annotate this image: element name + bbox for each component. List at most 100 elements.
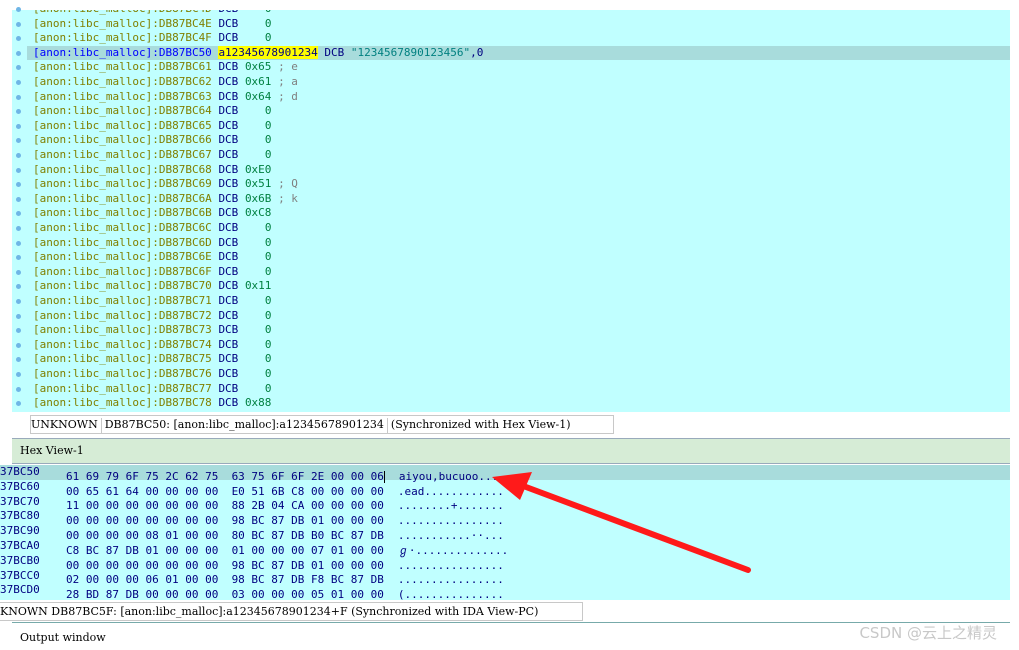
hex-address: 37BCA0 — [0, 539, 40, 552]
byte-value: 0 — [264, 104, 272, 118]
line-marker-dot[interactable] — [16, 80, 21, 85]
segment-address: [anon:libc_malloc]:DB87BC69 — [33, 177, 212, 191]
breakpoint-gutter[interactable] — [12, 7, 27, 412]
disasm-line[interactable]: [anon:libc_malloc]:DB87BC73 DCB 0 — [33, 323, 271, 338]
byte-value: 0 — [264, 148, 272, 161]
line-marker-dot[interactable] — [16, 138, 21, 144]
disasm-line[interactable]: [anon:libc_malloc]:DB87BC4F DCB 0 — [33, 31, 271, 46]
segment-address: [anon:libc_malloc]:DB87BC4D — [33, 10, 212, 15]
disasm-line[interactable]: [anon:libc_malloc]:DB87BC61 DCB 0x65 ; e — [33, 60, 298, 75]
line-marker-dot[interactable] — [16, 21, 21, 27]
disasm-line[interactable]: [anon:libc_malloc]:DB87BC6C DCB 0 — [33, 221, 271, 236]
segment-address: [anon:libc_malloc]:DB87BC6A — [33, 191, 212, 205]
hex-row[interactable]: 37BC70 11 00 00 00 00 00 00 00 88 2B 04 C… — [0, 495, 504, 513]
hex-row[interactable]: 37BCD0 28 BD 87 DB 00 00 00 00 03 00 00 0… — [0, 583, 504, 600]
hex-address: 37BCD0 — [0, 583, 40, 597]
disasm-line[interactable]: [anon:libc_malloc]:DB87BC6E DCB 0 — [33, 250, 271, 265]
byte-value: 0 — [264, 16, 272, 30]
disasm-line[interactable]: [anon:libc_malloc]:DB87BC76 DCB 0 — [33, 367, 271, 382]
line-marker-dot[interactable] — [16, 313, 21, 319]
line-marker-dot[interactable] — [16, 269, 21, 275]
directive-keyword: DCB — [218, 381, 239, 395]
line-marker-dot[interactable] — [16, 372, 21, 377]
disasm-line[interactable]: [anon:libc_malloc]:DB87BC6D DCB 0 — [33, 236, 271, 251]
disasm-line[interactable]: [anon:libc_malloc]:DB87BC69 DCB 0x51 ; Q — [33, 177, 298, 192]
disasm-line-selected[interactable]: [anon:libc_malloc]:DB87BC50 a12345678901… — [27, 45, 1010, 61]
segment-address: [anon:libc_malloc]:DB87BC62 — [33, 75, 212, 88]
line-marker-dot[interactable] — [16, 226, 21, 231]
disasm-line[interactable]: [anon:libc_malloc]:DB87BC70 DCB 0x11 — [33, 279, 271, 294]
disasm-line[interactable]: [anon:libc_malloc]:DB87BC64 DCB 0 — [33, 104, 271, 119]
ida-status-line: UNKNOWN DB87BC50: [anon:libc_malloc]:a123… — [30, 415, 614, 434]
hex-view-tab-header[interactable]: Hex View-1 — [12, 438, 1010, 464]
segment-address: [anon:libc_malloc]:DB87BC61 — [33, 60, 212, 74]
line-marker-dot[interactable] — [16, 240, 21, 246]
hex-row[interactable]: 37BCA0 C8 BC 87 DB 01 00 00 00 01 00 00 0… — [0, 539, 508, 557]
line-marker-dot[interactable] — [16, 50, 21, 56]
line-marker-dot[interactable] — [16, 342, 21, 348]
directive-keyword: DCB — [218, 279, 239, 293]
disasm-line[interactable]: [anon:libc_malloc]:DB87BC4D DCB 0 — [33, 10, 271, 17]
segment-address: [anon:libc_malloc]:DB87BC73 — [33, 323, 212, 337]
line-marker-dot[interactable] — [16, 299, 21, 304]
line-marker-dot[interactable] — [16, 255, 21, 261]
byte-value: 0x11 — [244, 279, 272, 293]
disasm-line[interactable]: [anon:libc_malloc]:DB87BC74 DCB 0 — [33, 338, 271, 353]
hex-address: 37BC60 — [0, 479, 40, 493]
disasm-line[interactable]: [anon:libc_malloc]:DB87BC72 DCB 0 — [33, 309, 271, 324]
disasm-line[interactable]: [anon:libc_malloc]:DB87BC77 DCB 0 — [33, 382, 271, 397]
disasm-line[interactable]: [anon:libc_malloc]:DB87BC63 DCB 0x64 ; d — [33, 90, 298, 105]
directive-keyword: DCB — [218, 118, 239, 132]
hex-address: 37BC80 — [0, 509, 40, 523]
disasm-line[interactable]: [anon:libc_malloc]:DB87BC6B DCB 0xC8 — [33, 206, 271, 221]
byte-value: 0x64 — [244, 89, 272, 103]
disasm-line[interactable]: [anon:libc_malloc]:DB87BC78 DCB 0x88 — [33, 396, 271, 411]
line-marker-dot[interactable] — [16, 36, 21, 42]
line-marker-dot[interactable] — [16, 153, 21, 158]
line-marker-dot[interactable] — [16, 65, 21, 71]
disasm-line[interactable]: [anon:libc_malloc]:DB87BC66 DCB 0 — [33, 133, 271, 148]
segment-address: [anon:libc_malloc]:DB87BC70 — [33, 279, 212, 293]
line-marker-dot[interactable] — [16, 109, 21, 115]
directive-keyword: DCB — [218, 16, 239, 30]
disasm-line[interactable]: [anon:libc_malloc]:DB87BC68 DCB 0xE0 — [33, 163, 271, 178]
directive-keyword: DCB — [218, 221, 239, 234]
disasm-line[interactable]: [anon:libc_malloc]:DB87BC4E DCB 0 — [33, 17, 271, 32]
directive-keyword: DCB — [218, 133, 239, 147]
disasm-line[interactable]: [anon:libc_malloc]:DB87BC75 DCB 0 — [33, 352, 271, 367]
hex-row[interactable]: 37BC60 00 65 61 64 00 00 00 00 E0 51 6B C… — [0, 479, 504, 498]
line-marker-dot[interactable] — [16, 386, 21, 392]
line-marker-dot[interactable] — [16, 182, 21, 188]
hex-row-selected[interactable]: 37BC50 61 69 79 6F 75 2C 62 75 63 75 6F 6… — [0, 465, 1010, 483]
ida-disassembly-view[interactable]: [anon:libc_malloc]:DB87BC4D DCB 0[anon:l… — [12, 10, 1010, 412]
disasm-line[interactable]: [anon:libc_malloc]:DB87BC65 DCB 0 — [33, 119, 271, 134]
hex-address: 37BCC0 — [0, 568, 40, 582]
segment-address: [anon:libc_malloc]:DB87BC74 — [33, 337, 212, 351]
line-marker-dot[interactable] — [16, 328, 21, 334]
line-marker-dot[interactable] — [16, 123, 21, 129]
disasm-line[interactable]: [anon:libc_malloc]:DB87BC67 DCB 0 — [33, 148, 271, 163]
segment-address: [anon:libc_malloc]:DB87BC65 — [33, 118, 212, 132]
disasm-line[interactable]: [anon:libc_malloc]:DB87BC6F DCB 0 — [33, 265, 271, 280]
directive-keyword: DCB — [218, 367, 239, 380]
hex-row[interactable]: 37BCB0 00 00 00 00 00 00 00 00 98 BC 87 D… — [0, 553, 504, 572]
line-marker-dot[interactable] — [16, 357, 21, 363]
hex-row[interactable]: 37BCC0 02 00 00 00 06 01 00 00 98 BC 87 D… — [0, 568, 504, 587]
line-marker-dot[interactable] — [16, 401, 21, 407]
line-marker-dot[interactable] — [16, 167, 21, 173]
line-marker-dot[interactable] — [16, 7, 21, 12]
line-marker-dot[interactable] — [16, 284, 21, 290]
hex-view-panel[interactable]: 37BC50 61 69 79 6F 75 2C 62 75 63 75 6F 6… — [0, 465, 1010, 600]
hex-row[interactable]: 37BC80 00 00 00 00 00 00 00 00 98 BC 87 D… — [0, 509, 504, 527]
line-marker-dot[interactable] — [16, 211, 21, 217]
segment-address: [anon:libc_malloc]:DB87BC67 — [33, 148, 212, 161]
inline-comment: ; a — [278, 75, 298, 88]
line-marker-dot[interactable] — [16, 196, 21, 202]
hex-address: 37BCB0 — [0, 553, 40, 567]
line-marker-dot[interactable] — [16, 94, 21, 100]
disasm-line[interactable]: [anon:libc_malloc]:DB87BC6A DCB 0x6B ; k — [33, 192, 298, 207]
disasm-line[interactable]: [anon:libc_malloc]:DB87BC71 DCB 0 — [33, 294, 271, 309]
hex-row[interactable]: 37BC90 00 00 00 00 08 01 00 00 80 BC 87 D… — [0, 524, 504, 542]
disasm-line[interactable]: [anon:libc_malloc]:DB87BC62 DCB 0x61 ; a — [33, 75, 298, 90]
segment-address: [anon:libc_malloc]:DB87BC6C — [33, 221, 212, 234]
